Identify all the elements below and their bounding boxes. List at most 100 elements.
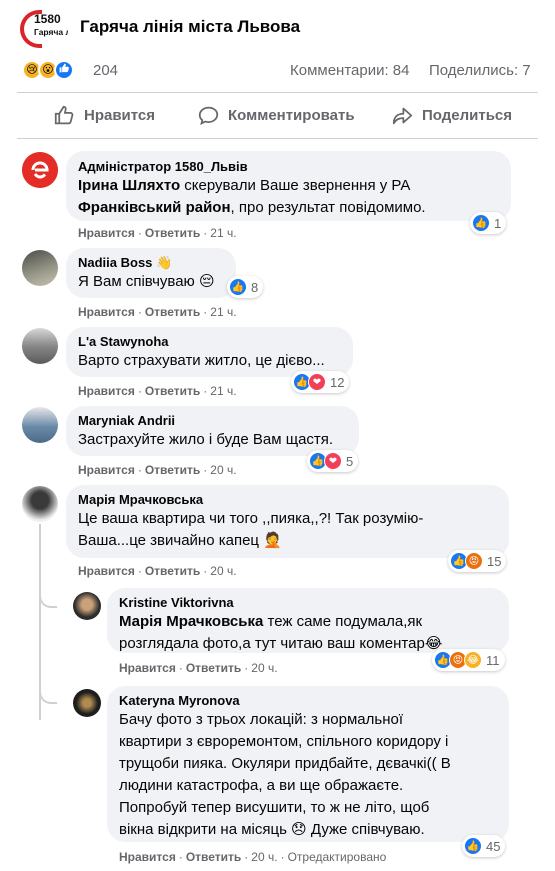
like-reaction-icon[interactable]	[54, 60, 74, 80]
comment-like-link[interactable]: Нравится	[78, 463, 135, 477]
comment-button-label: Комментировать	[228, 106, 355, 124]
reply-bubble: Kristine Viktorivna Марія Мрачковська те…	[107, 588, 509, 653]
reaction-badge[interactable]: 👍 ❤ 5	[307, 450, 359, 472]
comment-author[interactable]: Maryniak Andrii	[78, 413, 347, 429]
comment-bubble: Марія Мрачковська Це ваша квартира чи то…	[66, 485, 509, 558]
page-header: 1580 Гаряча лінія міста Львова Гаряча лі…	[0, 0, 555, 58]
comment-text-line: Ваша...це звичайно капец 🤦	[78, 532, 282, 549]
comment-text: Ірина Шляхто скерували Ваше звернення у …	[78, 175, 499, 219]
comment-meta: Нравится · Ответить · 20 ч.	[78, 564, 237, 578]
reply-text-line: людини катастрофа, а ви ще ображаєте.	[119, 777, 404, 794]
avatar[interactable]	[73, 592, 101, 620]
reaction-count: 11	[486, 652, 500, 668]
mention-link[interactable]: Марія Мрачковська	[119, 613, 263, 630]
comment-time[interactable]: 20 ч.	[210, 564, 236, 578]
reply-like-link[interactable]: Нравится	[119, 661, 176, 675]
page-logo[interactable]: 1580 Гаряча лінія міста Львова	[20, 8, 68, 50]
avatar[interactable]	[73, 689, 101, 717]
reply-time[interactable]: 20 ч.	[251, 661, 277, 675]
reaction-badge[interactable]: 👍 ❤ 12	[291, 371, 350, 393]
edited-label[interactable]: Отредактировано	[288, 850, 387, 864]
love-reaction-icon: ❤	[308, 373, 326, 391]
comment-like-link[interactable]: Нравится	[78, 305, 135, 319]
reply-author[interactable]: Kateryna Myronova	[119, 693, 497, 709]
mention-link[interactable]: Ірина Шляхто	[78, 177, 180, 194]
separator: ·	[203, 463, 208, 477]
avatar[interactable]	[22, 152, 58, 188]
comment-text-part: , про результат повідомимо.	[230, 199, 426, 216]
comment-time[interactable]: 21 ч.	[210, 384, 236, 398]
comment-author[interactable]: Адміністратор 1580_Львів	[78, 159, 499, 175]
comment-meta: Нравится · Ответить · 21 ч.	[78, 226, 237, 240]
separator: ·	[280, 850, 285, 864]
reaction-badge[interactable]: 👍 😡 😂 11	[432, 649, 505, 671]
avatar[interactable]	[22, 407, 58, 443]
comment-time[interactable]: 21 ч.	[210, 226, 236, 240]
logo-subtitle: Гаряча лінія міста Львова	[34, 28, 68, 37]
reaction-count: 8	[251, 279, 259, 295]
comment-reply-link[interactable]: Ответить	[145, 305, 200, 319]
comment-author[interactable]: L'a Stawynoha	[78, 334, 341, 350]
like-button-label: Нравится	[84, 106, 156, 124]
thumbs-up-icon	[59, 63, 69, 73]
comments-count[interactable]: Комментарии: 84	[290, 62, 410, 79]
separator: ·	[178, 850, 183, 864]
reply-time[interactable]: 20 ч.	[251, 850, 277, 864]
reaction-badge[interactable]: 👍 😡 15	[448, 550, 507, 572]
comment-meta: Нравится · Ответить · 21 ч.	[78, 384, 237, 398]
post-stats: 😢 😮 204 Комментарии: 84 Поделились: 7	[0, 58, 555, 84]
reply-like-link[interactable]: Нравится	[119, 850, 176, 864]
admin-logo-icon	[22, 152, 58, 188]
reply-text: Бачу фото з трьох локацій: з нормальної …	[119, 709, 497, 841]
share-button[interactable]: Поделиться	[392, 95, 512, 135]
angry-reaction-icon: 😡	[465, 552, 483, 570]
reply-text-part: теж саме подумала,як	[263, 613, 423, 630]
comment-bubble: Адміністратор 1580_Львів Ірина Шляхто ск…	[66, 151, 511, 221]
comment-reply-link[interactable]: Ответить	[145, 384, 200, 398]
reply-reply-link[interactable]: Ответить	[186, 850, 241, 864]
like-button[interactable]: Нравится	[54, 95, 155, 135]
comment-reply-link[interactable]: Ответить	[145, 226, 200, 240]
comment-bubble: Nadiia Boss 👋 Я Вам співчуваю 😔	[66, 248, 236, 298]
speech-bubble-icon	[198, 106, 219, 125]
reaction-badge[interactable]: 👍 45	[462, 835, 506, 857]
separator: ·	[203, 564, 208, 578]
avatar[interactable]	[22, 328, 58, 364]
page-title[interactable]: Гаряча лінія міста Львова	[80, 17, 300, 37]
reply-author[interactable]: Kristine Viktorivna	[119, 595, 497, 611]
comment-bubble: L'a Stawynoha Варто страхувати житло, це…	[66, 327, 353, 377]
share-button-label: Поделиться	[422, 106, 513, 124]
comment-like-link[interactable]: Нравится	[78, 564, 135, 578]
comment-author[interactable]: Nadiia Boss 👋	[78, 255, 224, 271]
avatar[interactable]	[22, 486, 58, 522]
comment-text: Застрахуйте жило і буде Вам щастя.	[78, 431, 334, 448]
comment-like-link[interactable]: Нравится	[78, 384, 135, 398]
shares-count[interactable]: Поделились: 7	[429, 62, 531, 79]
comment-reply-link[interactable]: Ответить	[145, 564, 200, 578]
reply-text-line: вікна відкрити на місяць 😞 Дуже співчува…	[119, 821, 425, 838]
divider	[17, 138, 538, 139]
comment-button[interactable]: Комментировать	[198, 95, 355, 135]
reaction-count: 45	[486, 838, 501, 854]
comment-like-link[interactable]: Нравится	[78, 226, 135, 240]
reaction-badge[interactable]: 👍 8	[227, 276, 264, 298]
comment-text-line: Це ваша квартира чи того ,,пияка,,?! Так…	[78, 510, 424, 527]
comment-reply-link[interactable]: Ответить	[145, 463, 200, 477]
reactions-count[interactable]: 204	[93, 62, 118, 79]
reply-text-line: трущоби пияка. Окуляри придбайте, дєвачк…	[119, 755, 451, 772]
reply-reply-link[interactable]: Ответить	[186, 661, 241, 675]
comment-author[interactable]: Марія Мрачковська	[78, 492, 497, 508]
comment-time[interactable]: 20 ч.	[210, 463, 236, 477]
like-reaction-icon: 👍	[472, 214, 490, 232]
haha-reaction-icon: 😂	[464, 651, 482, 669]
thread-connector	[39, 590, 57, 608]
separator: ·	[137, 384, 142, 398]
comment-time[interactable]: 21 ч.	[210, 305, 236, 319]
mention-link[interactable]: Франківський район	[78, 199, 231, 216]
like-reaction-icon: 👍	[464, 837, 482, 855]
separator: ·	[137, 463, 142, 477]
avatar[interactable]	[22, 250, 58, 286]
post-actions: Нравится Комментировать Поделиться	[0, 95, 555, 135]
reaction-badge[interactable]: 👍 1	[470, 212, 507, 234]
love-reaction-icon: ❤	[324, 452, 342, 470]
